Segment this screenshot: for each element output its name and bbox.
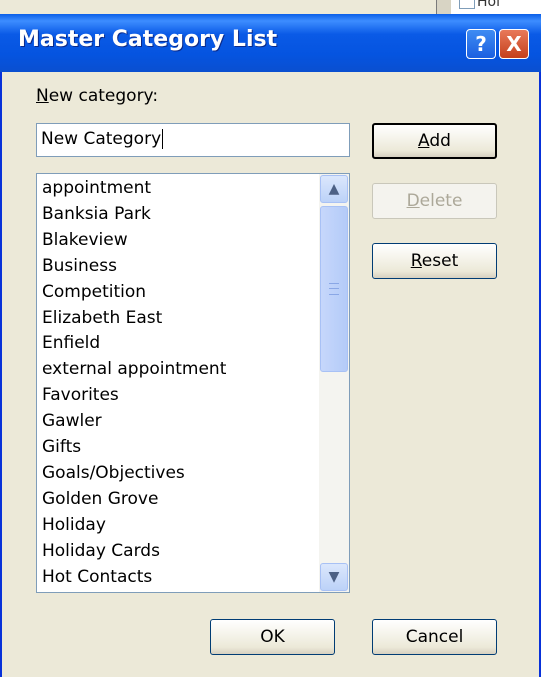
list-item[interactable]: Gawler: [42, 409, 349, 435]
list-item[interactable]: Enfield: [42, 331, 349, 357]
scroll-down-button[interactable]: ▼: [320, 563, 348, 591]
scroll-down-icon: ▼: [328, 569, 340, 585]
ok-button[interactable]: OK: [210, 619, 335, 655]
list-item[interactable]: Elizabeth East: [42, 306, 349, 332]
new-category-input[interactable]: New Category: [36, 123, 350, 157]
new-category-label-rest: ew category:: [48, 86, 159, 106]
new-category-label: New category:: [36, 86, 158, 106]
list-item[interactable]: Favorites: [42, 383, 349, 409]
new-category-value: New Category: [41, 129, 162, 149]
reset-button[interactable]: Reset: [372, 243, 497, 279]
list-item[interactable]: Blakeview: [42, 228, 349, 254]
scroll-thumb[interactable]: [320, 206, 348, 372]
list-item[interactable]: Goals/Objectives: [42, 461, 349, 487]
background-text: Hol: [477, 0, 500, 10]
add-button[interactable]: Add: [372, 123, 497, 159]
help-icon: ?: [475, 32, 487, 56]
reset-button-label: Reset: [410, 251, 459, 271]
list-item[interactable]: Banksia Park: [42, 202, 349, 228]
background-window: Hol: [436, 0, 541, 14]
list-item[interactable]: appointment: [42, 176, 349, 202]
background-window-edge: [437, 0, 451, 14]
list-item[interactable]: Competition: [42, 280, 349, 306]
list-item[interactable]: Holiday Cards: [42, 539, 349, 565]
list-item[interactable]: Holiday: [42, 513, 349, 539]
vertical-scrollbar[interactable]: ▲ ▼: [319, 174, 349, 592]
background-checkbox: [459, 0, 475, 9]
list-item[interactable]: Business: [42, 254, 349, 280]
list-item[interactable]: Gifts: [42, 435, 349, 461]
window-title: Master Category List: [18, 27, 278, 52]
add-button-label: Add: [418, 131, 451, 151]
category-items: appointment Banksia Park Blakeview Business…: [37, 174, 349, 591]
close-icon: X: [506, 32, 522, 56]
list-item[interactable]: external appointment: [42, 357, 349, 383]
scroll-up-button[interactable]: ▲: [320, 175, 348, 203]
ok-button-label: OK: [260, 627, 285, 647]
title-bar[interactable]: Master Category List ? X: [0, 14, 541, 72]
list-item[interactable]: Hot Contacts: [42, 565, 349, 591]
mnemonic-n: N: [36, 86, 49, 106]
close-button[interactable]: X: [499, 29, 529, 59]
cancel-button-label: Cancel: [405, 627, 464, 647]
category-list[interactable]: appointment Banksia Park Blakeview Business…: [36, 173, 350, 593]
text-caret: [162, 129, 164, 149]
delete-button-label: Delete: [406, 191, 463, 211]
cancel-button[interactable]: Cancel: [372, 619, 497, 655]
grip-icon: [329, 283, 339, 295]
scroll-up-icon: ▲: [328, 181, 340, 197]
delete-button[interactable]: Delete: [372, 183, 497, 219]
list-item[interactable]: Golden Grove: [42, 487, 349, 513]
help-button[interactable]: ?: [466, 29, 496, 59]
